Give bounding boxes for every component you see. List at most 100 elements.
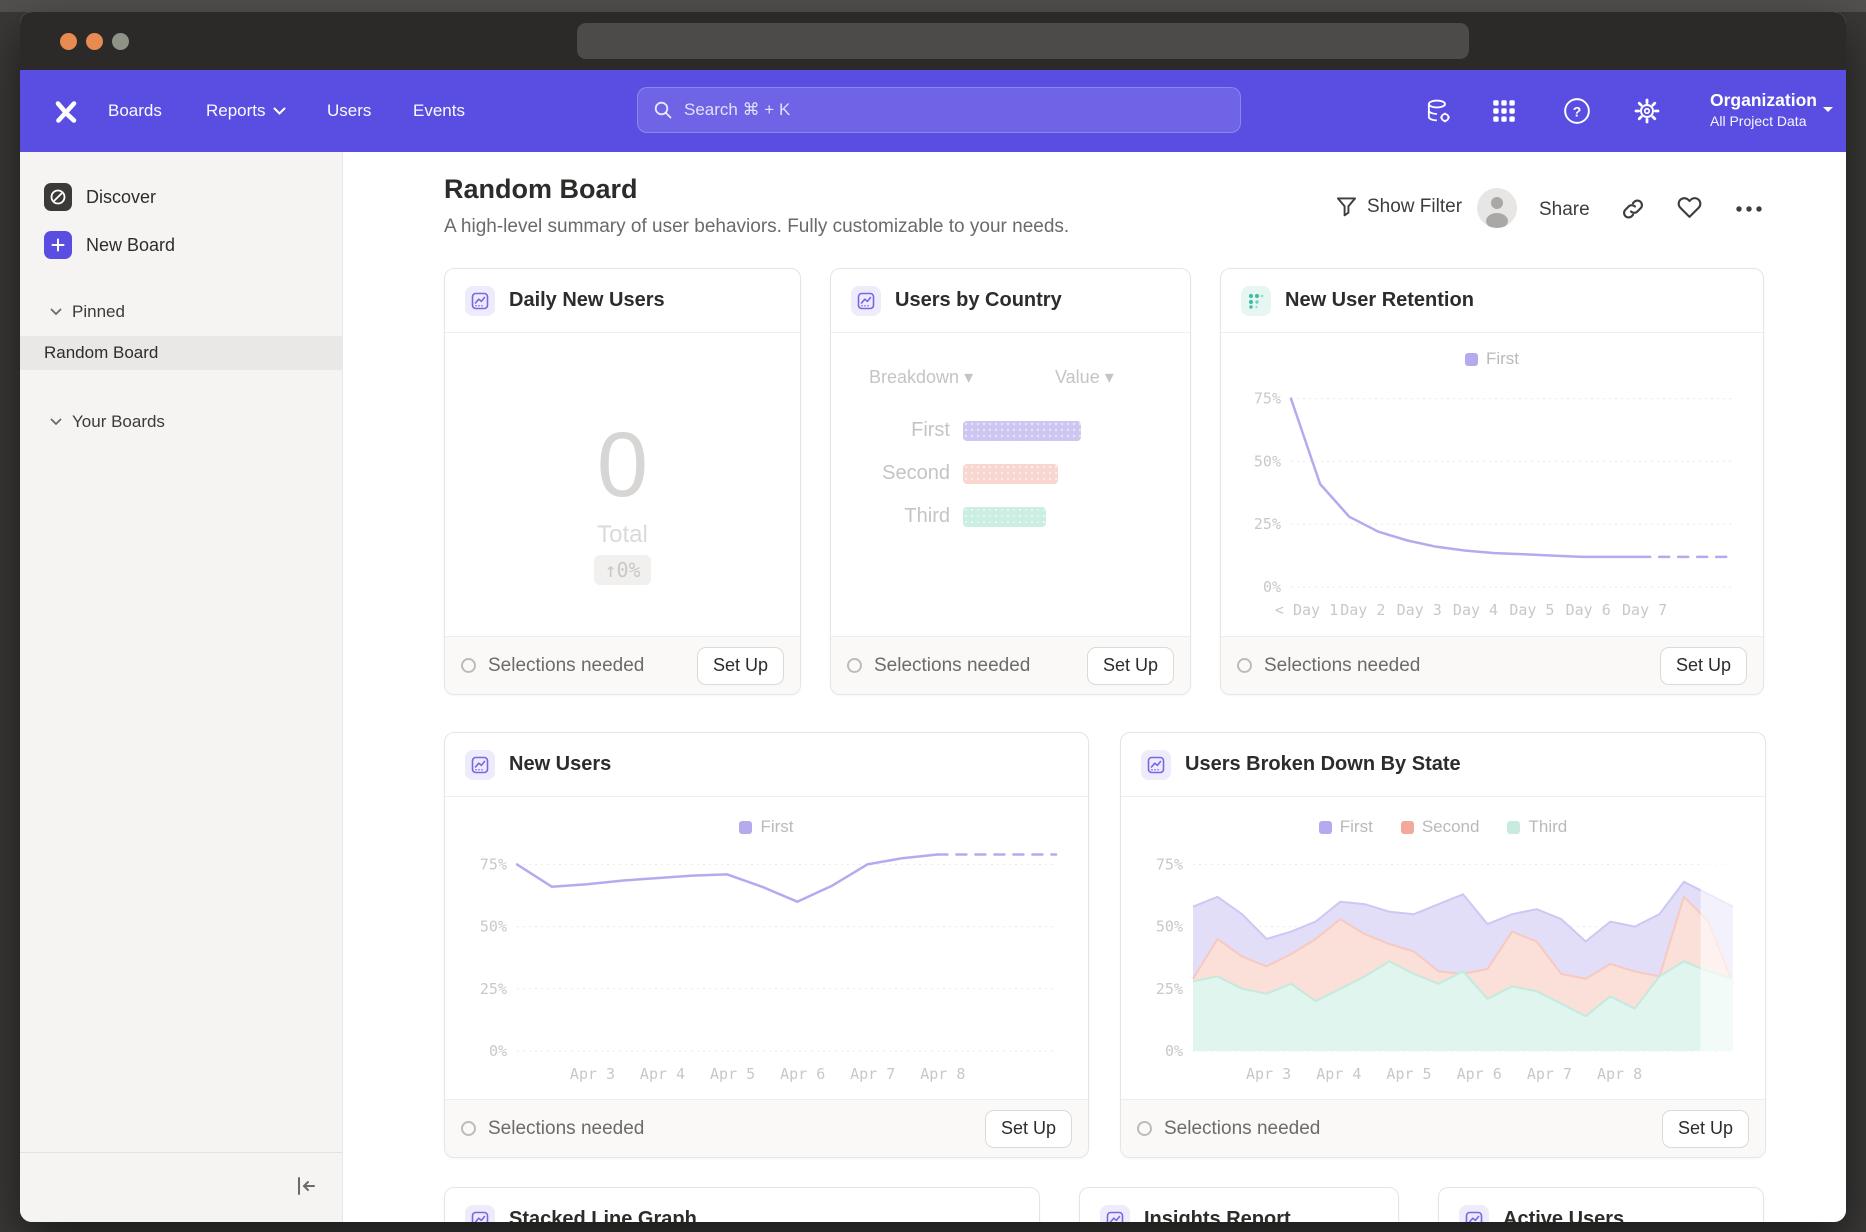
set-up-button[interactable]: Set Up [985,1110,1072,1148]
svg-text:Apr 3: Apr 3 [1246,1065,1291,1083]
nav-item-reports[interactable]: Reports [206,70,286,152]
mixpanel-logo[interactable] [50,95,82,127]
sidebar-item-random-board[interactable]: Random Board [20,336,342,370]
line-chart-icon [465,1205,495,1223]
retention-grid-icon [1241,286,1271,316]
settings-gear-icon[interactable] [1633,97,1661,125]
search-icon [653,100,673,120]
bar-label: Second [831,462,963,485]
copy-link-icon[interactable] [1621,197,1645,221]
svg-text:Apr 7: Apr 7 [1527,1065,1572,1083]
bar [963,464,1058,484]
card-users-by-country: Users by Country Breakdown ▾ Value ▾ Fir… [830,268,1191,695]
legend-swatch [739,821,752,834]
svg-text:Day 3: Day 3 [1397,601,1442,619]
status-circle-icon [461,1121,476,1136]
svg-text:Day 7: Day 7 [1622,601,1667,619]
value-dropdown[interactable]: Value ▾ [1055,367,1114,388]
svg-text:Apr 6: Apr 6 [780,1065,825,1083]
card-header: Daily New Users [445,269,800,333]
set-up-button[interactable]: Set Up [1660,647,1747,685]
bar-label: Third [831,505,963,528]
card-footer: Selections needed Set Up [445,1099,1088,1157]
traffic-light-zoom[interactable] [112,33,129,50]
svg-text:25%: 25% [1156,980,1183,998]
metric-label: Total [445,521,800,549]
sidebar-section-label: Pinned [72,302,125,322]
chevron-down-icon [50,308,62,316]
favorite-heart-icon[interactable] [1677,196,1702,219]
traffic-light-close[interactable] [60,33,77,50]
svg-text:Apr 8: Apr 8 [1597,1065,1642,1083]
traffic-light-minimize[interactable] [86,33,103,50]
help-icon[interactable]: ? [1563,97,1591,125]
card-title: New Users [509,753,611,776]
org-project: All Project Data [1710,112,1817,131]
status-text: Selections needed [1237,655,1420,677]
breakdown-dropdown[interactable]: Breakdown ▾ [869,367,973,388]
sidebar-item-label: Random Board [44,343,158,363]
desktop-top-strip [0,0,1866,12]
status-text: Selections needed [847,655,1030,677]
window-titlebar [20,12,1846,70]
legend-item: First [1319,817,1373,837]
card-active-users: Active Users [1438,1187,1764,1222]
share-label: Share [1539,199,1590,221]
nav-item-boards[interactable]: Boards [108,70,162,152]
nav-item-events[interactable]: Events [413,70,465,152]
chart-legend: First [445,817,1088,837]
filter-funnel-icon [1336,196,1357,218]
chevron-down-icon [273,107,286,116]
sidebar-section-your-boards[interactable]: Your Boards [20,410,342,434]
sidebar-item-new-board[interactable]: New Board [20,229,342,261]
share-button[interactable]: Share [1539,199,1590,221]
sidebar-item-discover[interactable]: Discover [20,181,342,213]
sidebar-section-pinned[interactable]: Pinned [20,300,342,324]
card-title: New User Retention [1285,289,1474,312]
bar [963,421,1081,441]
sidebar: Discover New Board Pinned Random Board Y… [20,152,343,1222]
show-filter-button[interactable]: Show Filter [1336,196,1462,218]
card-stacked-line-graph: Stacked Line Graph [444,1187,1040,1222]
collapse-sidebar-icon[interactable] [294,1174,318,1198]
set-up-button[interactable]: Set Up [1662,1110,1749,1148]
legend-item: Third [1507,817,1567,837]
card-header: Users by Country [831,269,1190,333]
country-bar-row: First [831,409,1190,452]
card-footer: Selections needed Set Up [1221,636,1763,694]
status-circle-icon [1137,1121,1152,1136]
svg-text:Day 5: Day 5 [1509,601,1554,619]
card-header: Insights Report [1080,1188,1398,1222]
line-chart-icon [1459,1205,1489,1223]
chevron-down-icon [50,418,62,426]
nav-item-users[interactable]: Users [327,70,371,152]
card-footer: Selections needed Set Up [445,636,800,694]
svg-text:25%: 25% [480,980,507,998]
set-up-button[interactable]: Set Up [697,647,784,685]
line-chart-icon [1141,750,1171,780]
page-title: Random Board [444,174,638,205]
line-chart-icon [1100,1205,1130,1223]
set-up-button[interactable]: Set Up [1087,647,1174,685]
svg-text:Apr 8: Apr 8 [920,1065,965,1083]
main-content: Random Board A high-level summary of use… [343,152,1846,1222]
search-input[interactable]: Search ⌘ + K [637,87,1241,133]
apps-grid-icon[interactable] [1490,97,1518,125]
avatar[interactable] [1477,188,1517,228]
card-title: Insights Report [1144,1208,1291,1222]
legend-item: Second [1401,817,1480,837]
card-title: Users Broken Down By State [1185,753,1461,776]
org-switcher[interactable]: Organization All Project Data [1710,88,1817,131]
svg-text:0%: 0% [1263,578,1281,596]
legend-item: First [739,817,793,837]
svg-text:Apr 3: Apr 3 [570,1065,615,1083]
card-title: Daily New Users [509,289,665,312]
address-bar[interactable] [577,23,1469,59]
more-options-icon[interactable] [1735,205,1763,213]
sidebar-footer-divider [20,1152,342,1153]
nav-item-label: Events [413,70,465,152]
card-title: Users by Country [895,289,1062,312]
svg-text:50%: 50% [480,918,507,936]
data-management-icon[interactable] [1424,97,1452,125]
org-name: Organization [1710,88,1817,112]
